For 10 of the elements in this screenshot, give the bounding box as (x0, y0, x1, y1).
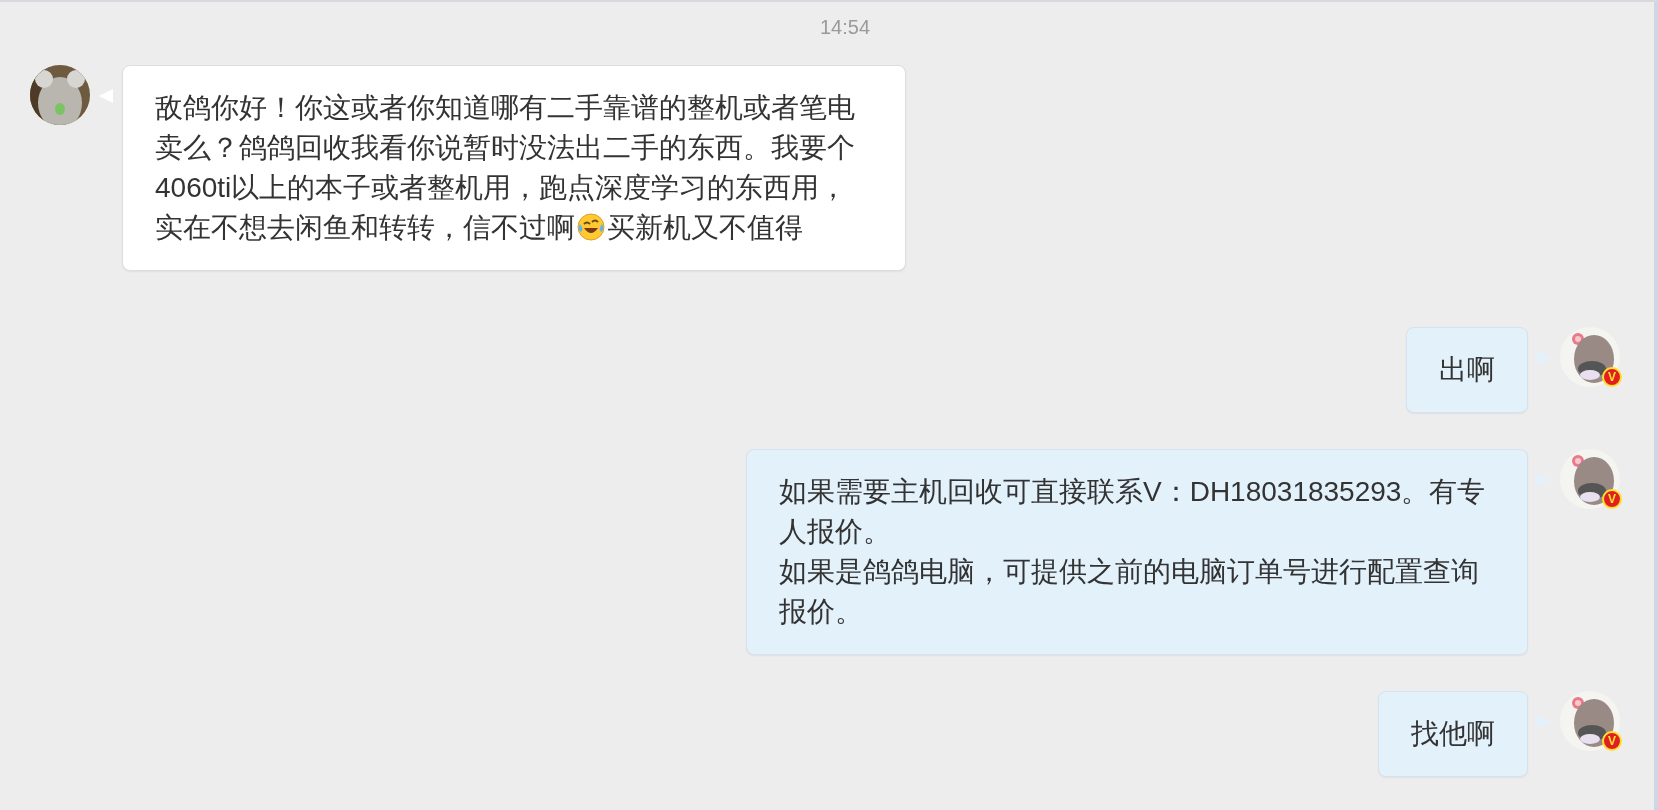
verified-badge: V (1602, 367, 1622, 387)
verified-badge: V (1602, 731, 1622, 751)
message-bubble: 敌鸽你好！你这或者你知道哪有二手靠谱的整机或者笔电卖么？鸽鸽回收我看你说暂时没法出二手的东西。我要个4060ti以上的本子或者整机用，跑点深度学习的东西用，实在不想去闲鱼和转转，信不过啊 买新机又不值得 (122, 65, 906, 271)
message-bubble: 如果需要主机回收可直接联系V：DH18031835293。有专人报价。 如果是鸽鸽电脑，可提供之前的电脑订单号进行配置查询报价。 (746, 449, 1528, 655)
verified-badge: V (1602, 489, 1622, 509)
message-timestamp: 14:54 (819, 16, 871, 39)
message-bubble: 找他啊 (1378, 691, 1528, 777)
laughing-crying-emoji-icon (576, 212, 606, 242)
avatar[interactable] (30, 65, 90, 125)
message-bubble: 出啊 (1406, 327, 1528, 413)
